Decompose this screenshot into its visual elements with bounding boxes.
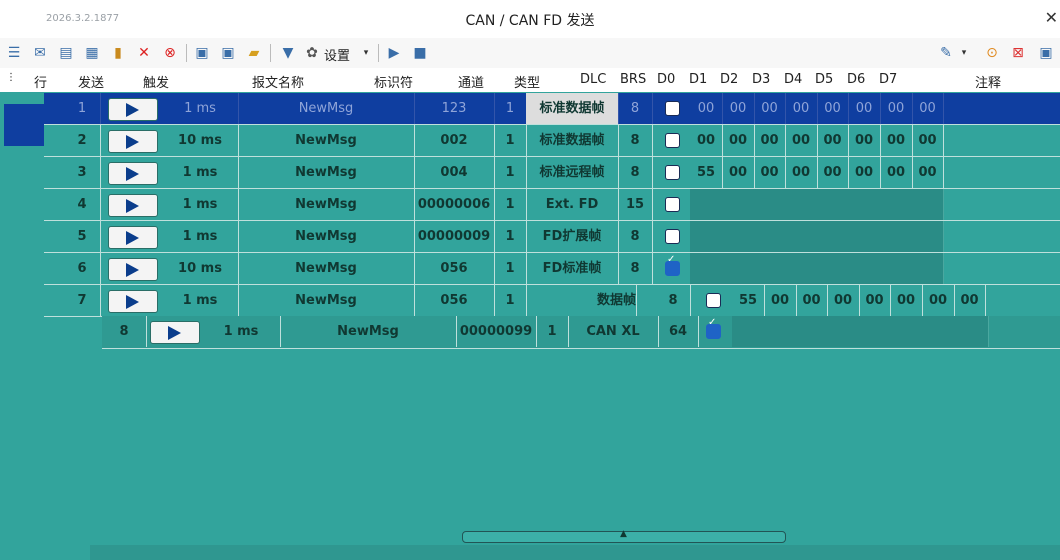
brs-checkbox[interactable] (706, 317, 721, 339)
export-icon[interactable]: ▣ (1036, 43, 1056, 63)
chevron-down-icon[interactable]: ▾ (356, 43, 376, 63)
open-icon[interactable]: ▰ (244, 43, 264, 63)
col-type[interactable]: 类型 (514, 72, 540, 91)
wrench-icon[interactable]: ✎ (936, 43, 956, 63)
table-row[interactable]: 6 10 ms NewMsg 056 1 FD标准帧 8 (44, 253, 1060, 285)
col-name[interactable]: 报文名称 (252, 72, 304, 91)
chevron-down-icon[interactable]: ▾ (954, 43, 974, 63)
col-trigger[interactable]: 触发 (143, 72, 169, 91)
data-empty (690, 221, 944, 252)
brs-checkbox[interactable] (665, 229, 680, 244)
header-grip-icon: ⋮ (6, 72, 16, 83)
col-channel[interactable]: 通道 (458, 72, 484, 91)
play-icon[interactable]: ▶ (384, 43, 404, 63)
data-empty (690, 189, 944, 220)
brs-checkbox[interactable] (665, 165, 680, 180)
save-icon[interactable]: ▣ (192, 43, 212, 63)
save-as-icon[interactable]: ▣ (218, 43, 238, 63)
send-row-button[interactable] (108, 98, 158, 121)
col-d0[interactable]: D0 (657, 72, 675, 87)
brs-checkbox[interactable] (665, 254, 680, 276)
table-row[interactable]: 1 1 ms NewMsg 123 1 标准数据帧 8 00 00 00 00 … (44, 93, 1060, 125)
status-strip (90, 545, 1060, 560)
col-row[interactable]: 行 (34, 72, 47, 91)
clipboard-icon[interactable]: ▮ (108, 43, 128, 63)
col-d6[interactable]: D6 (847, 72, 865, 87)
send-row-button[interactable] (108, 290, 158, 313)
table-row[interactable]: 7 1 ms NewMsg 056 1 数据帧 8 55 00 00 00 00… (44, 285, 1060, 317)
col-dlc[interactable]: DLC (580, 72, 606, 87)
delete-icon[interactable]: ✕ (134, 43, 154, 63)
paste-icon[interactable]: ▦ (82, 43, 102, 63)
gear-icon[interactable]: ✿ (302, 43, 322, 63)
table-row[interactable]: 5 1 ms NewMsg 00000009 1 FD扩展帧 8 (44, 221, 1060, 253)
window-title: CAN / CAN FD 发送 (465, 13, 595, 29)
add-row-icon[interactable]: ☰ (4, 43, 24, 63)
send-row-button[interactable] (108, 130, 158, 153)
send-row-button[interactable] (108, 258, 158, 281)
send-row-button[interactable] (108, 162, 158, 185)
chevron-up-icon[interactable]: ▲ (620, 529, 627, 539)
col-send[interactable]: 发送 (78, 72, 104, 91)
brs-checkbox[interactable] (706, 293, 721, 308)
send-row-button[interactable] (108, 194, 158, 217)
title-bar: 2026.3.2.1877 CAN / CAN FD 发送 ✕ (0, 0, 1060, 39)
send-icon[interactable]: ✉ (30, 43, 50, 63)
table-row[interactable]: 3 1 ms NewMsg 004 1 标准远程帧 8 55 00 00 00 … (44, 157, 1060, 189)
close-icon[interactable]: ✕ (1045, 8, 1058, 27)
table-row[interactable]: 4 1 ms NewMsg 00000006 1 Ext. FD 15 (44, 189, 1060, 221)
col-d3[interactable]: D3 (752, 72, 770, 87)
table-row[interactable]: 8 1 ms NewMsg 00000099 1 CAN XL 64 (102, 316, 1060, 349)
col-id[interactable]: 标识符 (374, 72, 413, 91)
col-d4[interactable]: D4 (784, 72, 802, 87)
table-header: ⋮ 行 发送 触发 报文名称 标识符 通道 类型 DLC BRS D0 D1 D… (0, 68, 1060, 93)
brs-checkbox[interactable] (665, 133, 680, 148)
col-d1[interactable]: D1 (689, 72, 707, 87)
stop-icon[interactable]: ■ (410, 43, 430, 63)
brs-checkbox[interactable] (665, 197, 680, 212)
settings-menu[interactable]: 设置 (324, 45, 350, 64)
remove-icon[interactable]: ⊠ (1008, 43, 1028, 63)
toolbar: ☰ ✉ ▤ ▦ ▮ ✕ ⊗ ▣ ▣ ▰ ▼ ✿ 设置 ▾ ▶ ■ ✎ ▾ ⊙ ⊠… (0, 38, 1060, 69)
send-row-button[interactable] (150, 321, 200, 344)
clear-icon[interactable]: ⊗ (160, 43, 180, 63)
data-empty (732, 316, 989, 347)
brs-checkbox[interactable] (665, 101, 680, 116)
col-brs[interactable]: BRS (620, 72, 646, 87)
table-row[interactable]: 2 10 ms NewMsg 002 1 标准数据帧 8 00 00 00 00… (44, 125, 1060, 157)
col-d7[interactable]: D7 (879, 72, 897, 87)
data-empty (690, 253, 944, 284)
send-row-button[interactable] (108, 226, 158, 249)
col-d2[interactable]: D2 (720, 72, 738, 87)
filter-icon[interactable]: ▼ (278, 43, 298, 63)
col-comment[interactable]: 注释 (975, 72, 1001, 91)
col-d5[interactable]: D5 (815, 72, 833, 87)
row-indicator (4, 104, 44, 146)
copy-icon[interactable]: ▤ (56, 43, 76, 63)
link-icon[interactable]: ⊙ (982, 43, 1002, 63)
